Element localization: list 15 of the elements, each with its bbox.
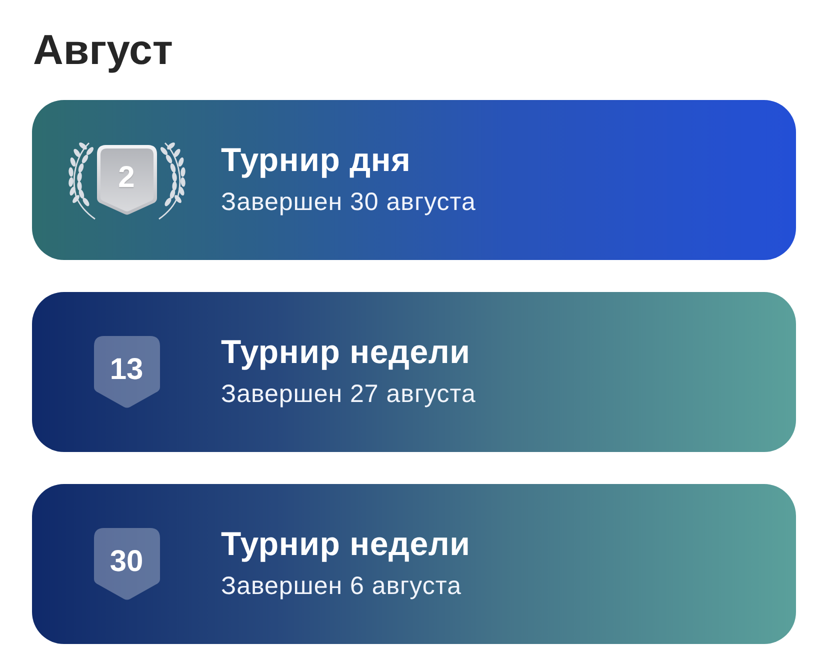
- tournament-card[interactable]: 13 Турнир недели Завершен 27 августа: [32, 292, 796, 452]
- tournament-card[interactable]: 2 Турнир дня Завершен 30 августа: [32, 100, 796, 260]
- tournament-status: Завершен 27 августа: [221, 379, 476, 409]
- rank-badge: 30: [94, 528, 160, 600]
- tournament-title: Турнир дня: [221, 141, 411, 179]
- laurel-icon: [66, 140, 96, 220]
- tournament-card[interactable]: 30 Турнир недели Завершен 6 августа: [32, 484, 796, 644]
- laurel-icon: [156, 140, 186, 220]
- tournament-title: Турнир недели: [221, 525, 470, 563]
- medal-badge: 2: [96, 145, 156, 215]
- rank-badge: 13: [94, 336, 160, 408]
- tournament-title: Турнир недели: [221, 333, 470, 371]
- tournament-status: Завершен 30 августа: [221, 187, 476, 217]
- month-heading: Август: [33, 25, 174, 75]
- tournament-status: Завершен 6 августа: [221, 571, 462, 601]
